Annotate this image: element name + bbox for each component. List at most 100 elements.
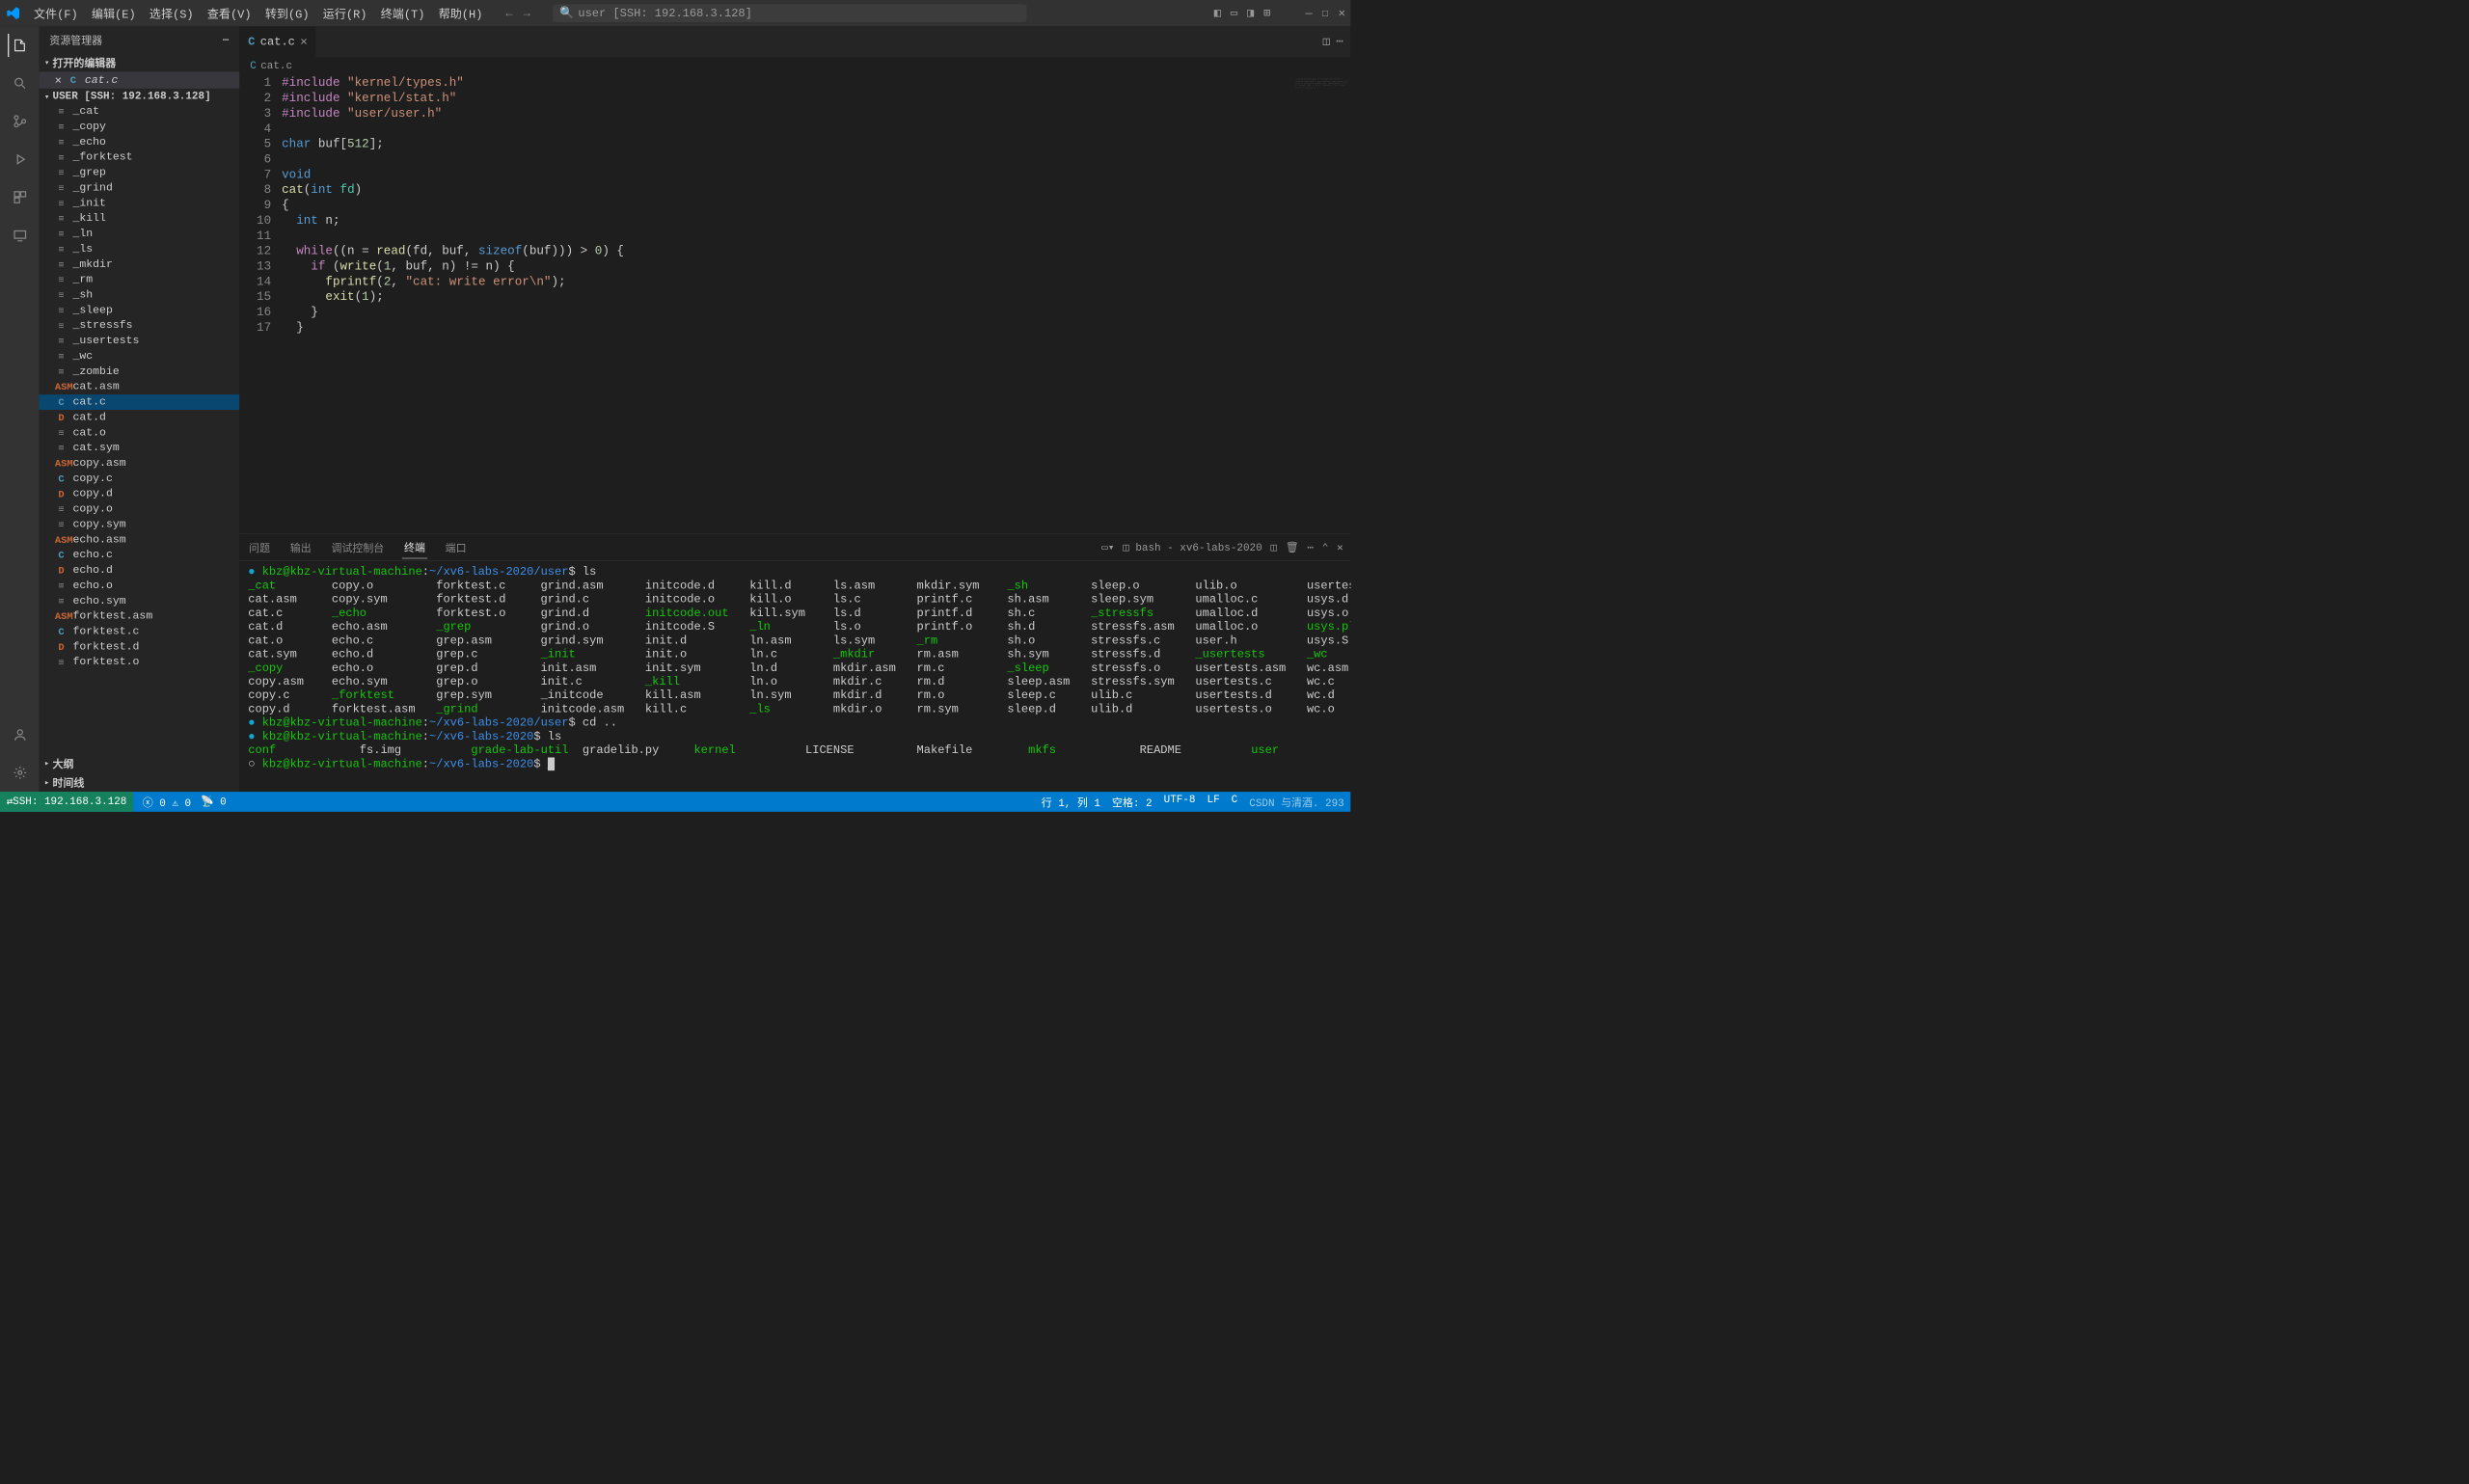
- file-item[interactable]: ≡echo.sym: [39, 593, 239, 608]
- file-icon: ≡: [55, 258, 68, 270]
- file-item[interactable]: ASMecho.asm: [39, 532, 239, 548]
- file-item[interactable]: ≡_echo: [39, 134, 239, 149]
- outline-section[interactable]: ▸ 大纲: [39, 754, 239, 773]
- file-item[interactable]: ≡_grep: [39, 165, 239, 180]
- timeline-section[interactable]: ▸ 时间线: [39, 772, 239, 792]
- menu-help[interactable]: 帮助(H): [432, 3, 489, 24]
- close-icon[interactable]: ✕: [55, 73, 62, 87]
- activity-settings-icon[interactable]: [8, 761, 31, 784]
- maximize-panel-icon[interactable]: ⌃: [1322, 540, 1329, 553]
- file-item[interactable]: ≡_mkdir: [39, 256, 239, 272]
- file-item[interactable]: ≡cat.sym: [39, 441, 239, 456]
- file-item[interactable]: ≡_sleep: [39, 303, 239, 318]
- breadcrumb[interactable]: C cat.c: [239, 57, 1350, 75]
- tab-debug-console[interactable]: 调试控制台: [329, 536, 386, 558]
- command-center[interactable]: 🔍 user [SSH: 192.168.3.128]: [553, 4, 1027, 23]
- file-item[interactable]: ≡_kill: [39, 211, 239, 227]
- menu-edit[interactable]: 编辑(E): [85, 3, 142, 24]
- workspace-section[interactable]: ▾ USER [SSH: 192.168.3.128]: [39, 89, 239, 104]
- file-item[interactable]: Cecho.c: [39, 548, 239, 563]
- menu-run[interactable]: 运行(R): [316, 3, 373, 24]
- file-item[interactable]: ≡_rm: [39, 272, 239, 287]
- tab-ports[interactable]: 端口: [443, 536, 468, 558]
- status-language[interactable]: C: [1232, 794, 1238, 809]
- file-item[interactable]: ≡forktest.o: [39, 655, 239, 670]
- menu-terminal[interactable]: 终端(T): [374, 3, 431, 24]
- activity-explorer-icon[interactable]: [8, 34, 31, 57]
- status-remote[interactable]: ⇄ SSH: 192.168.3.128: [0, 792, 133, 812]
- code-editor[interactable]: 1234567891011121314151617 #include "kern…: [239, 75, 1350, 533]
- close-icon[interactable]: ✕: [300, 35, 307, 48]
- file-item[interactable]: Dcat.d: [39, 410, 239, 425]
- file-item[interactable]: Cforktest.c: [39, 624, 239, 639]
- open-editor-item[interactable]: ✕ C cat.c: [39, 71, 239, 89]
- file-item[interactable]: ≡_stressfs: [39, 318, 239, 334]
- file-item[interactable]: ≡_cat: [39, 104, 239, 120]
- file-item[interactable]: Ccat.c: [39, 394, 239, 410]
- file-item[interactable]: ≡echo.o: [39, 579, 239, 594]
- terminal-launch-icon[interactable]: ▭▾: [1101, 540, 1114, 553]
- file-item[interactable]: Decho.d: [39, 563, 239, 579]
- layout-sidebar-left-icon[interactable]: ◧: [1214, 7, 1221, 20]
- tab-terminal[interactable]: 终端: [402, 536, 427, 559]
- status-ports[interactable]: 📡 0: [201, 795, 227, 808]
- nav-forward-icon[interactable]: →: [524, 7, 530, 20]
- close-panel-icon[interactable]: ✕: [1337, 540, 1343, 553]
- tab-problems[interactable]: 问题: [247, 536, 272, 558]
- file-item[interactable]: ≡_usertests: [39, 334, 239, 349]
- more-icon[interactable]: ⋯: [223, 33, 230, 46]
- tab-cat-c[interactable]: C cat.c ✕: [239, 26, 316, 57]
- file-item[interactable]: ≡_copy: [39, 120, 239, 135]
- split-editor-icon[interactable]: ◫: [1323, 35, 1330, 48]
- terminal-content[interactable]: ● kbz@kbz-virtual-machine:~/xv6-labs-202…: [239, 561, 1350, 792]
- activity-scm-icon[interactable]: [8, 110, 31, 133]
- file-item[interactable]: ≡_ln: [39, 227, 239, 242]
- open-editors-section[interactable]: ▾ 打开的编辑器: [39, 53, 239, 72]
- file-icon: ≡: [55, 289, 68, 301]
- file-item[interactable]: ≡_forktest: [39, 149, 239, 165]
- file-item[interactable]: Dforktest.d: [39, 639, 239, 655]
- file-item[interactable]: ASMforktest.asm: [39, 608, 239, 624]
- activity-search-icon[interactable]: [8, 71, 31, 94]
- status-indentation[interactable]: 空格: 2: [1112, 794, 1153, 809]
- file-item[interactable]: ≡copy.sym: [39, 517, 239, 532]
- file-item[interactable]: Ccopy.c: [39, 471, 239, 486]
- status-cursor-position[interactable]: 行 1, 列 1: [1042, 794, 1100, 809]
- more-icon[interactable]: ⋯: [1307, 540, 1314, 553]
- menu-view[interactable]: 查看(V): [201, 3, 258, 24]
- split-terminal-icon[interactable]: ◫: [1270, 540, 1277, 553]
- activity-extensions-icon[interactable]: [8, 186, 31, 209]
- minimap[interactable]: #include "kernel/types.h" #include "kern…: [1292, 75, 1350, 533]
- nav-back-icon[interactable]: ←: [506, 7, 513, 20]
- kill-terminal-icon[interactable]: 🗑: [1286, 540, 1299, 553]
- layout-sidebar-right-icon[interactable]: ◨: [1247, 7, 1254, 20]
- more-icon[interactable]: ⋯: [1336, 35, 1343, 48]
- status-encoding[interactable]: UTF-8: [1164, 794, 1196, 809]
- terminal-shell-name[interactable]: ◫ bash - xv6-labs-2020: [1123, 540, 1262, 553]
- status-problems[interactable]: ⓧ 0 ⚠ 0: [143, 794, 191, 809]
- menu-file[interactable]: 文件(F): [27, 3, 84, 24]
- window-minimize-icon[interactable]: —: [1305, 7, 1312, 20]
- layout-panel-icon[interactable]: ▭: [1231, 7, 1237, 20]
- file-item[interactable]: ≡_grind: [39, 180, 239, 196]
- menu-go[interactable]: 转到(G): [258, 3, 315, 24]
- file-item[interactable]: ≡copy.o: [39, 501, 239, 517]
- file-item[interactable]: ASMcopy.asm: [39, 456, 239, 472]
- file-item[interactable]: ≡_init: [39, 196, 239, 211]
- file-item[interactable]: Dcopy.d: [39, 486, 239, 501]
- activity-remote-icon[interactable]: [8, 224, 31, 247]
- layout-customize-icon[interactable]: ⊞: [1263, 7, 1270, 20]
- file-item[interactable]: ≡_wc: [39, 349, 239, 364]
- file-item[interactable]: ≡cat.o: [39, 425, 239, 441]
- file-item[interactable]: ≡_sh: [39, 287, 239, 303]
- window-close-icon[interactable]: ✕: [1339, 7, 1345, 20]
- tab-output[interactable]: 输出: [288, 536, 313, 558]
- status-eol[interactable]: LF: [1207, 794, 1220, 809]
- window-maximize-icon[interactable]: ☐: [1322, 7, 1329, 20]
- menu-select[interactable]: 选择(S): [143, 3, 200, 24]
- file-item[interactable]: ≡_ls: [39, 242, 239, 257]
- activity-debug-icon[interactable]: [8, 148, 31, 171]
- file-item[interactable]: ≡_zombie: [39, 364, 239, 379]
- activity-account-icon[interactable]: [8, 723, 31, 746]
- file-item[interactable]: ASMcat.asm: [39, 379, 239, 394]
